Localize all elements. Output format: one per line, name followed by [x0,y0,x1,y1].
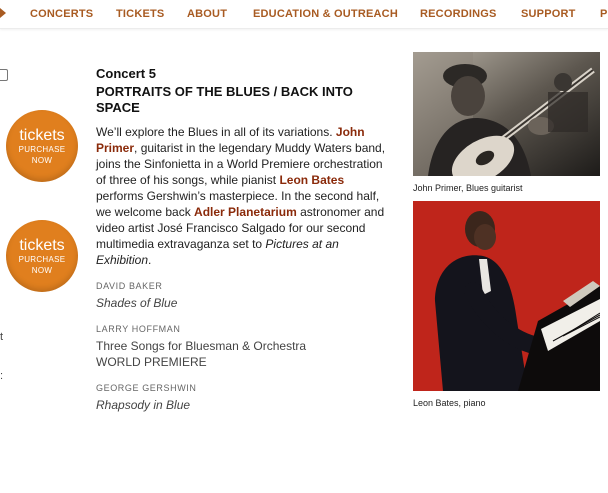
sidebar-checkbox[interactable] [0,69,8,81]
tickets-badge-line2: NOW [31,266,53,275]
photo-caption: Leon Bates, piano [413,398,486,408]
nav-more-truncated[interactable]: P [600,8,608,20]
sidebar-text-fragment: t [0,331,4,343]
photo-caption: John Primer, Blues guitarist [413,183,523,193]
desc-text: . [148,253,152,267]
program-item: GEORGE GERSHWIN Rhapsody in Blue [96,382,386,413]
program-item: LARRY HOFFMAN Three Songs for Bluesman &… [96,323,386,370]
concert-title: PORTRAITS OF THE BLUES / BACK INTO SPACE [96,84,353,115]
tickets-badge-title: tickets [19,237,65,254]
john-primer-photo [413,52,600,176]
program-item: DAVID BAKER Shades of Blue [96,280,386,311]
tickets-purchase-button[interactable]: tickets PURCHASE NOW [6,110,78,182]
concert-article: Concert 5 PORTRAITS OF THE BLUES / BACK … [96,66,386,425]
concert-number: Concert 5 [96,66,156,81]
composer-name: GEORGE GERSHWIN [96,383,197,393]
composer-name: DAVID BAKER [96,281,163,291]
nav-about[interactable]: ABOUT [187,8,227,20]
desc-text: We’ll explore the Blues in all of its va… [96,125,336,139]
nav-arrow-icon [0,8,6,18]
tickets-badge-line1: PURCHASE [18,255,66,264]
tickets-badge-line1: PURCHASE [18,145,66,154]
nav-tickets[interactable]: TICKETS [116,8,164,20]
top-navigation: CONCERTS TICKETS ABOUT EDUCATION & OUTRE… [0,0,608,29]
adler-planetarium-link[interactable]: Adler Planetarium [194,205,297,219]
nav-recordings[interactable]: RECORDINGS [420,8,497,20]
concert-description: We’ll explore the Blues in all of its va… [96,124,386,268]
tickets-badge-title: tickets [19,127,65,144]
nav-education-outreach[interactable]: EDUCATION & OUTREACH [253,8,398,20]
work-title: Shades of Blue [96,296,178,310]
work-title: Rhapsody in Blue [96,398,191,412]
work-premiere-note: WORLD PREMIERE [96,355,207,369]
tickets-purchase-button-2[interactable]: tickets PURCHASE NOW [6,220,78,292]
tickets-badge-line2: NOW [31,156,53,165]
nav-support[interactable]: SUPPORT [521,8,576,20]
composer-name: LARRY HOFFMAN [96,324,181,334]
sidebar-text-fragment: : [0,370,4,382]
leon-bates-photo [413,201,600,391]
nav-concerts[interactable]: CONCERTS [30,8,93,20]
work-title: Three Songs for Bluesman & Orchestra [96,339,307,353]
program-list: DAVID BAKER Shades of Blue LARRY HOFFMAN… [96,280,386,413]
leon-bates-link[interactable]: Leon Bates [279,173,344,187]
